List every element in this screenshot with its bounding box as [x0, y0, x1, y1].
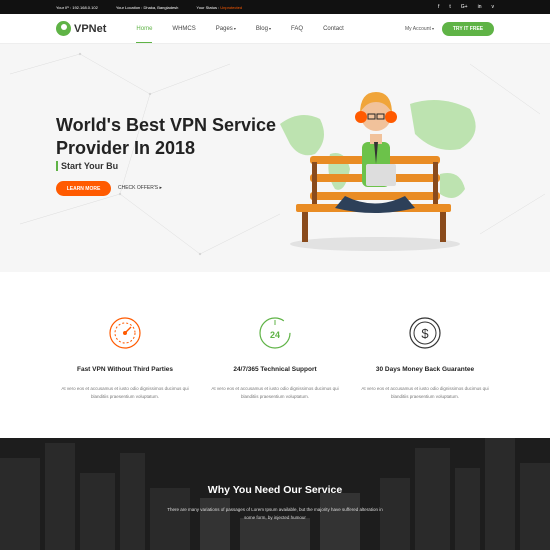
chevron-down-icon: ▾	[267, 25, 272, 31]
nav-item-home[interactable]: Home	[136, 26, 153, 43]
globe-icon	[56, 21, 71, 36]
svg-text:24: 24	[270, 330, 280, 340]
clock-24-icon: 24	[259, 317, 291, 349]
facebook-icon[interactable]: f	[438, 4, 439, 10]
why-title: Why You Need Our Service	[207, 484, 343, 496]
feature-title: Fast VPN Without Third Parties	[76, 366, 173, 373]
linkedin-icon[interactable]: in	[478, 4, 482, 10]
feature-text: At vero eos et accusamus et iusto odio d…	[61, 386, 189, 399]
top-info-bar: Your IP : 192.168.0.102 Your Location : …	[0, 0, 550, 14]
features-section: Fast VPN Without Third Parties At vero e…	[0, 272, 550, 438]
check-offers-link[interactable]: CHECK OFFER'S ▸	[118, 185, 162, 191]
status-value: Unprotected	[220, 4, 243, 10]
nav-item-contact[interactable]: Contact	[323, 26, 344, 32]
vimeo-icon[interactable]: v	[492, 4, 495, 10]
dollar-coin-icon: $	[409, 317, 441, 349]
vpn-user-illustration	[280, 92, 476, 251]
chevron-down-icon: ▾	[232, 25, 236, 31]
feature-text: At vero eos et accusamus et iusto odio d…	[361, 386, 489, 399]
feature-text: At vero eos et accusamus et iusto odio d…	[211, 386, 339, 399]
nav-item-pages[interactable]: Pages ▾	[216, 26, 236, 32]
why-text: There are many variations of passages of…	[167, 507, 383, 520]
hero-subtitle: Start Your Bu	[56, 161, 118, 171]
feature-title: 24/7/365 Technical Support	[233, 366, 317, 373]
hero-section: World's Best VPN Service Provider In 201…	[0, 44, 550, 272]
speedometer-icon	[109, 317, 141, 349]
location-info: Your Location : Dhaka, Bangladesh	[115, 4, 179, 10]
ip-info: Your IP : 192.168.0.102	[56, 4, 98, 10]
learn-more-button[interactable]: LEARN MORE	[56, 181, 111, 196]
feature-card: $ 30 Days Money Back Guarantee At vero e…	[350, 316, 500, 401]
nav-item-faq[interactable]: FAQ	[291, 26, 303, 32]
logo-text: VPNet	[74, 22, 107, 35]
my-account-menu[interactable]: My Account ▾	[405, 26, 434, 32]
twitter-icon[interactable]: t	[449, 4, 450, 10]
nav-menu: Home WHMCS Pages ▾ Blog ▾ FAQ Contact	[136, 26, 344, 43]
main-navbar: VPNet Home WHMCS Pages ▾ Blog ▾ FAQ Cont…	[0, 14, 550, 44]
status-info: Your Status : Unprotected	[196, 4, 243, 10]
feature-title: 30 Days Money Back Guarantee	[375, 366, 475, 373]
try-free-button[interactable]: TRY IT FREE	[442, 21, 494, 36]
chevron-down-icon: ▾	[430, 25, 434, 31]
google-plus-icon[interactable]: G+	[461, 4, 468, 10]
feature-card: Fast VPN Without Third Parties At vero e…	[50, 316, 200, 401]
nav-item-whmcs[interactable]: WHMCS	[172, 26, 195, 32]
svg-text:$: $	[421, 326, 429, 341]
why-section: Why You Need Our Service There are many …	[0, 438, 550, 550]
feature-card: 24 24/7/365 Technical Support At vero eo…	[200, 316, 350, 401]
caret-right-icon: ▸	[158, 185, 163, 191]
nav-item-blog[interactable]: Blog ▾	[256, 26, 271, 32]
hero-title: World's Best VPN Service Provider In 201…	[56, 115, 277, 158]
logo[interactable]: VPNet	[56, 21, 106, 36]
